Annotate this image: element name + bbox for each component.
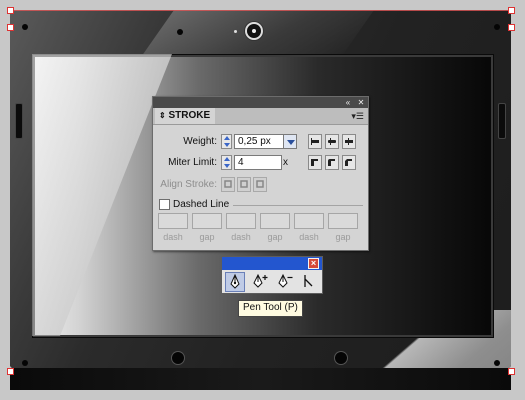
bottom-left-port: [172, 352, 184, 364]
miter-limit-field[interactable]: 4: [234, 155, 282, 170]
sensor-dot: [234, 30, 237, 33]
tab-stroke[interactable]: ⇕ STROKE: [155, 108, 215, 124]
selection-bounding-edge: [10, 10, 511, 11]
flyout-titlebar[interactable]: [222, 257, 322, 270]
gap-field-3[interactable]: [328, 213, 358, 229]
round-join-icon: [328, 159, 335, 166]
weight-label: Weight:: [183, 136, 217, 147]
corner-screw-icon: [494, 360, 500, 366]
pen-icon: [230, 273, 240, 289]
dash-label: dash: [299, 232, 319, 242]
weight-field[interactable]: 0,25 px: [234, 134, 285, 149]
stroke-panel: « ✕ ⇕ STROKE ▾☰ Weight: 0,25 px Miter Li…: [152, 96, 369, 251]
tab-stroke-label: STROKE: [168, 110, 211, 121]
corner-screw-icon: [494, 24, 500, 30]
right-side-button: [498, 103, 506, 139]
convert-anchor-point-tool-button[interactable]: [300, 272, 320, 292]
gap-label: gap: [199, 232, 215, 242]
align-stroke-label: Align Stroke:: [160, 179, 217, 190]
add-anchor-point-icon: [253, 273, 268, 288]
pen-tool-tooltip: Pen Tool (P): [238, 300, 303, 317]
align-inside-icon: [240, 180, 248, 188]
dashed-line-checkbox[interactable]: [159, 199, 170, 210]
selection-handle[interactable]: [7, 368, 14, 375]
gap-field-1[interactable]: [192, 213, 222, 229]
dash-label: dash: [231, 232, 251, 242]
round-join-button[interactable]: [325, 155, 339, 170]
miter-limit-stepper[interactable]: [221, 155, 232, 170]
selection-handle[interactable]: [7, 7, 14, 14]
dash-field-3[interactable]: [294, 213, 324, 229]
align-center-button[interactable]: [221, 177, 235, 192]
panel-titlebar[interactable]: « ✕: [153, 97, 368, 108]
projecting-cap-icon: [345, 138, 353, 145]
align-outside-button[interactable]: [253, 177, 267, 192]
left-side-button: [15, 103, 23, 139]
round-cap-button[interactable]: [325, 134, 339, 149]
selection-handle[interactable]: [7, 24, 14, 31]
add-anchor-point-tool-button[interactable]: [250, 272, 270, 292]
bevel-join-icon: [345, 159, 352, 166]
weight-stepper[interactable]: [221, 134, 232, 149]
gap-field-2[interactable]: [260, 213, 290, 229]
align-outside-icon: [256, 180, 264, 188]
camera-lens: [252, 29, 256, 33]
device-base: [10, 368, 511, 390]
panel-menu-icon[interactable]: ▾☰: [351, 111, 364, 122]
delete-anchor-point-icon: [278, 273, 293, 288]
pen-tool-button[interactable]: [225, 272, 245, 292]
align-inside-button[interactable]: [237, 177, 251, 192]
close-icon[interactable]: ×: [308, 258, 319, 269]
bottom-right-port: [335, 352, 347, 364]
convert-anchor-point-icon: [304, 275, 313, 287]
collapse-panel-icon[interactable]: «: [343, 98, 353, 107]
miter-join-icon: [311, 159, 318, 166]
dashed-line-divider: [233, 205, 363, 206]
projecting-cap-button[interactable]: [342, 134, 356, 149]
miter-limit-suffix: x: [283, 157, 288, 168]
butt-cap-icon: [311, 138, 319, 145]
dash-label: dash: [163, 232, 183, 242]
gap-label: gap: [335, 232, 351, 242]
delete-anchor-point-tool-button[interactable]: [275, 272, 295, 292]
selection-handle[interactable]: [508, 7, 515, 14]
corner-screw-icon: [22, 360, 28, 366]
speaker-dot: [177, 29, 183, 35]
gap-label: gap: [267, 232, 283, 242]
butt-cap-button[interactable]: [308, 134, 322, 149]
corner-screw-icon: [22, 24, 28, 30]
round-cap-icon: [328, 138, 336, 145]
selection-handle[interactable]: [508, 24, 515, 31]
align-center-icon: [224, 180, 232, 188]
tab-arrows-icon: ⇕: [159, 111, 166, 120]
weight-dropdown-button[interactable]: [283, 134, 297, 149]
pen-tool-flyout: ×: [221, 256, 323, 294]
miter-limit-label: Miter Limit:: [168, 157, 217, 168]
selection-handle[interactable]: [508, 368, 515, 375]
dashed-line-label: Dashed Line: [173, 199, 230, 210]
camera-icon: [247, 24, 261, 38]
close-panel-icon[interactable]: ✕: [356, 98, 366, 107]
miter-join-button[interactable]: [308, 155, 322, 170]
bevel-join-button[interactable]: [342, 155, 356, 170]
dash-field-1[interactable]: [158, 213, 188, 229]
dash-field-2[interactable]: [226, 213, 256, 229]
